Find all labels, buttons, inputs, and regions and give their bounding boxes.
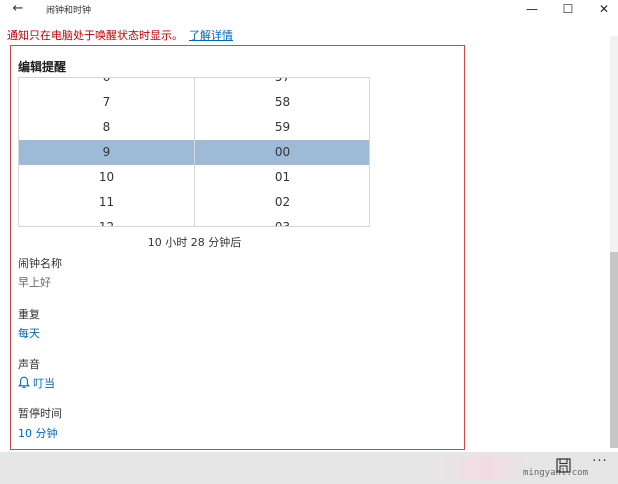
command-bar-highlight [440, 456, 530, 480]
sound-selector[interactable]: 叮当 [18, 375, 55, 391]
repeat-label: 重复 [18, 308, 40, 321]
minute-column[interactable]: 57 58 59 00 01 02 03 [195, 78, 369, 226]
alarm-name-input[interactable]: 早上好 [18, 274, 51, 290]
hour-option[interactable]: 11 [19, 190, 194, 215]
hour-option[interactable]: 8 [19, 115, 194, 140]
back-arrow-icon[interactable]: ← [8, 1, 28, 17]
minute-option-selected[interactable]: 00 [195, 140, 369, 165]
time-picker[interactable]: 6 7 8 9 10 11 12 57 58 59 00 01 02 03 [18, 77, 370, 227]
scrollbar-thumb[interactable] [610, 252, 618, 448]
bell-icon [18, 376, 30, 389]
learn-more-link[interactable]: 了解详情 [189, 29, 233, 42]
title-bar: ← 闹钟和时钟 — ☐ ✕ [0, 0, 618, 20]
window-title: 闹钟和时钟 [46, 6, 92, 16]
snooze-selector[interactable]: 10 分钟 [18, 425, 58, 441]
hour-option-selected[interactable]: 9 [19, 140, 194, 165]
close-button[interactable]: ✕ [588, 0, 618, 18]
hour-option[interactable]: 10 [19, 165, 194, 190]
snooze-label: 暂停时间 [18, 407, 62, 420]
hour-option[interactable]: 12 [19, 215, 194, 226]
more-options-icon[interactable]: ··· [588, 455, 612, 473]
minute-option[interactable]: 57 [195, 78, 369, 90]
alarm-name-label: 闹钟名称 [18, 257, 62, 270]
wake-notice: 通知只在电脑处于唤醒状态时显示。 了解详情 [7, 27, 233, 43]
edit-alarm-panel: 编辑提醒 6 7 8 9 10 11 12 57 58 59 00 01 02 … [10, 45, 465, 450]
countdown-text: 10 小时 28 分钟后 [147, 236, 242, 249]
panel-title: 编辑提醒 [18, 60, 67, 74]
minute-option[interactable]: 58 [195, 90, 369, 115]
wake-notice-text: 通知只在电脑处于唤醒状态时显示。 [7, 29, 183, 42]
scrollbar-track[interactable] [610, 36, 618, 448]
maximize-button[interactable]: ☐ [552, 0, 584, 18]
minute-option[interactable]: 02 [195, 190, 369, 215]
hour-column[interactable]: 6 7 8 9 10 11 12 [19, 78, 194, 226]
minute-option[interactable]: 03 [195, 215, 369, 226]
hour-option[interactable]: 6 [19, 78, 194, 90]
sound-value: 叮当 [33, 377, 55, 390]
minute-option[interactable]: 59 [195, 115, 369, 140]
minimize-button[interactable]: — [516, 0, 548, 18]
repeat-selector[interactable]: 每天 [18, 325, 40, 341]
sound-label: 声音 [18, 358, 40, 371]
minute-option[interactable]: 01 [195, 165, 369, 190]
hour-option[interactable]: 7 [19, 90, 194, 115]
save-icon[interactable] [553, 457, 575, 475]
